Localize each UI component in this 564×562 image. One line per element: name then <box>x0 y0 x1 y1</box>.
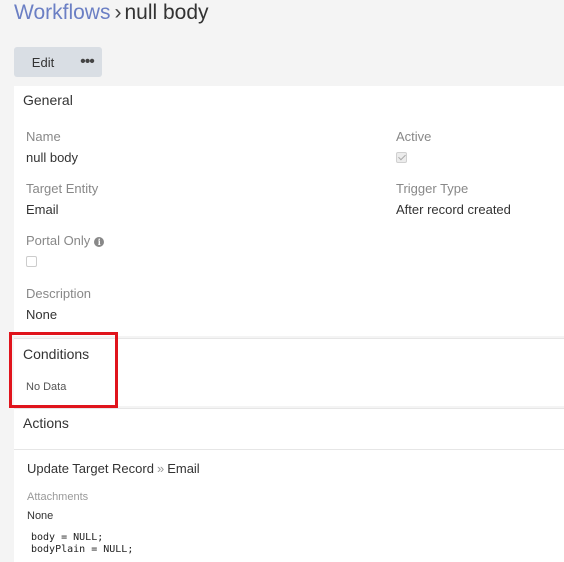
breadcrumb-separator: › <box>114 1 122 24</box>
formula-code: body = NULL; bodyPlain = NULL; <box>31 532 133 556</box>
name-label: Name <box>26 129 61 144</box>
more-actions-button[interactable]: ••• <box>72 47 102 77</box>
portal-only-checkbox <box>26 256 37 267</box>
breadcrumb: Workflows › null body <box>14 0 209 30</box>
actions-panel-title: Actions <box>23 415 69 431</box>
action-target: Email <box>167 461 200 476</box>
actions-panel: Actions Update Target Record» Email Attac… <box>14 408 564 562</box>
general-panel: General Name null body Active Target Ent… <box>14 86 564 336</box>
target-entity-field: Target Entity Email <box>26 181 98 218</box>
attachments-label: Attachments <box>27 491 89 503</box>
workflow-detail-page: Workflows › null body Edit ••• General Nam… <box>0 0 564 562</box>
active-checkbox <box>396 152 407 163</box>
description-field: Description None <box>26 286 91 323</box>
trigger-type-value: After record created <box>396 202 511 217</box>
action-separator: » <box>156 461 165 476</box>
portal-only-label: Portal Only <box>26 233 91 248</box>
description-value: None <box>26 307 58 322</box>
breadcrumb-workflows-link[interactable]: Workflows <box>14 1 110 24</box>
portal-only-field: Portal Only i <box>26 233 105 267</box>
action-button-group: Edit ••• <box>14 47 102 77</box>
name-field: Name null body <box>26 129 78 166</box>
code-line: body = NULL; <box>31 532 104 543</box>
action-item-title: Update Target Record» Email <box>27 461 200 476</box>
code-line: bodyPlain = NULL; <box>31 544 134 555</box>
attachments-value: None <box>27 510 54 522</box>
trigger-type-label: Trigger Type <box>396 181 469 196</box>
target-entity-value: Email <box>26 202 59 217</box>
general-panel-title: General <box>23 92 73 108</box>
divider <box>14 449 564 450</box>
active-label: Active <box>396 129 432 144</box>
description-label: Description <box>26 286 92 301</box>
target-entity-label: Target Entity <box>26 181 99 196</box>
edit-button[interactable]: Edit <box>14 47 72 77</box>
conditions-highlight-box <box>9 332 118 408</box>
info-icon[interactable]: i <box>94 237 105 247</box>
name-value: null body <box>26 150 79 165</box>
action-name: Update Target Record <box>27 461 154 476</box>
active-field: Active <box>396 129 431 163</box>
page-title: null body <box>124 1 209 24</box>
trigger-type-field: Trigger Type After record created <box>396 181 511 218</box>
